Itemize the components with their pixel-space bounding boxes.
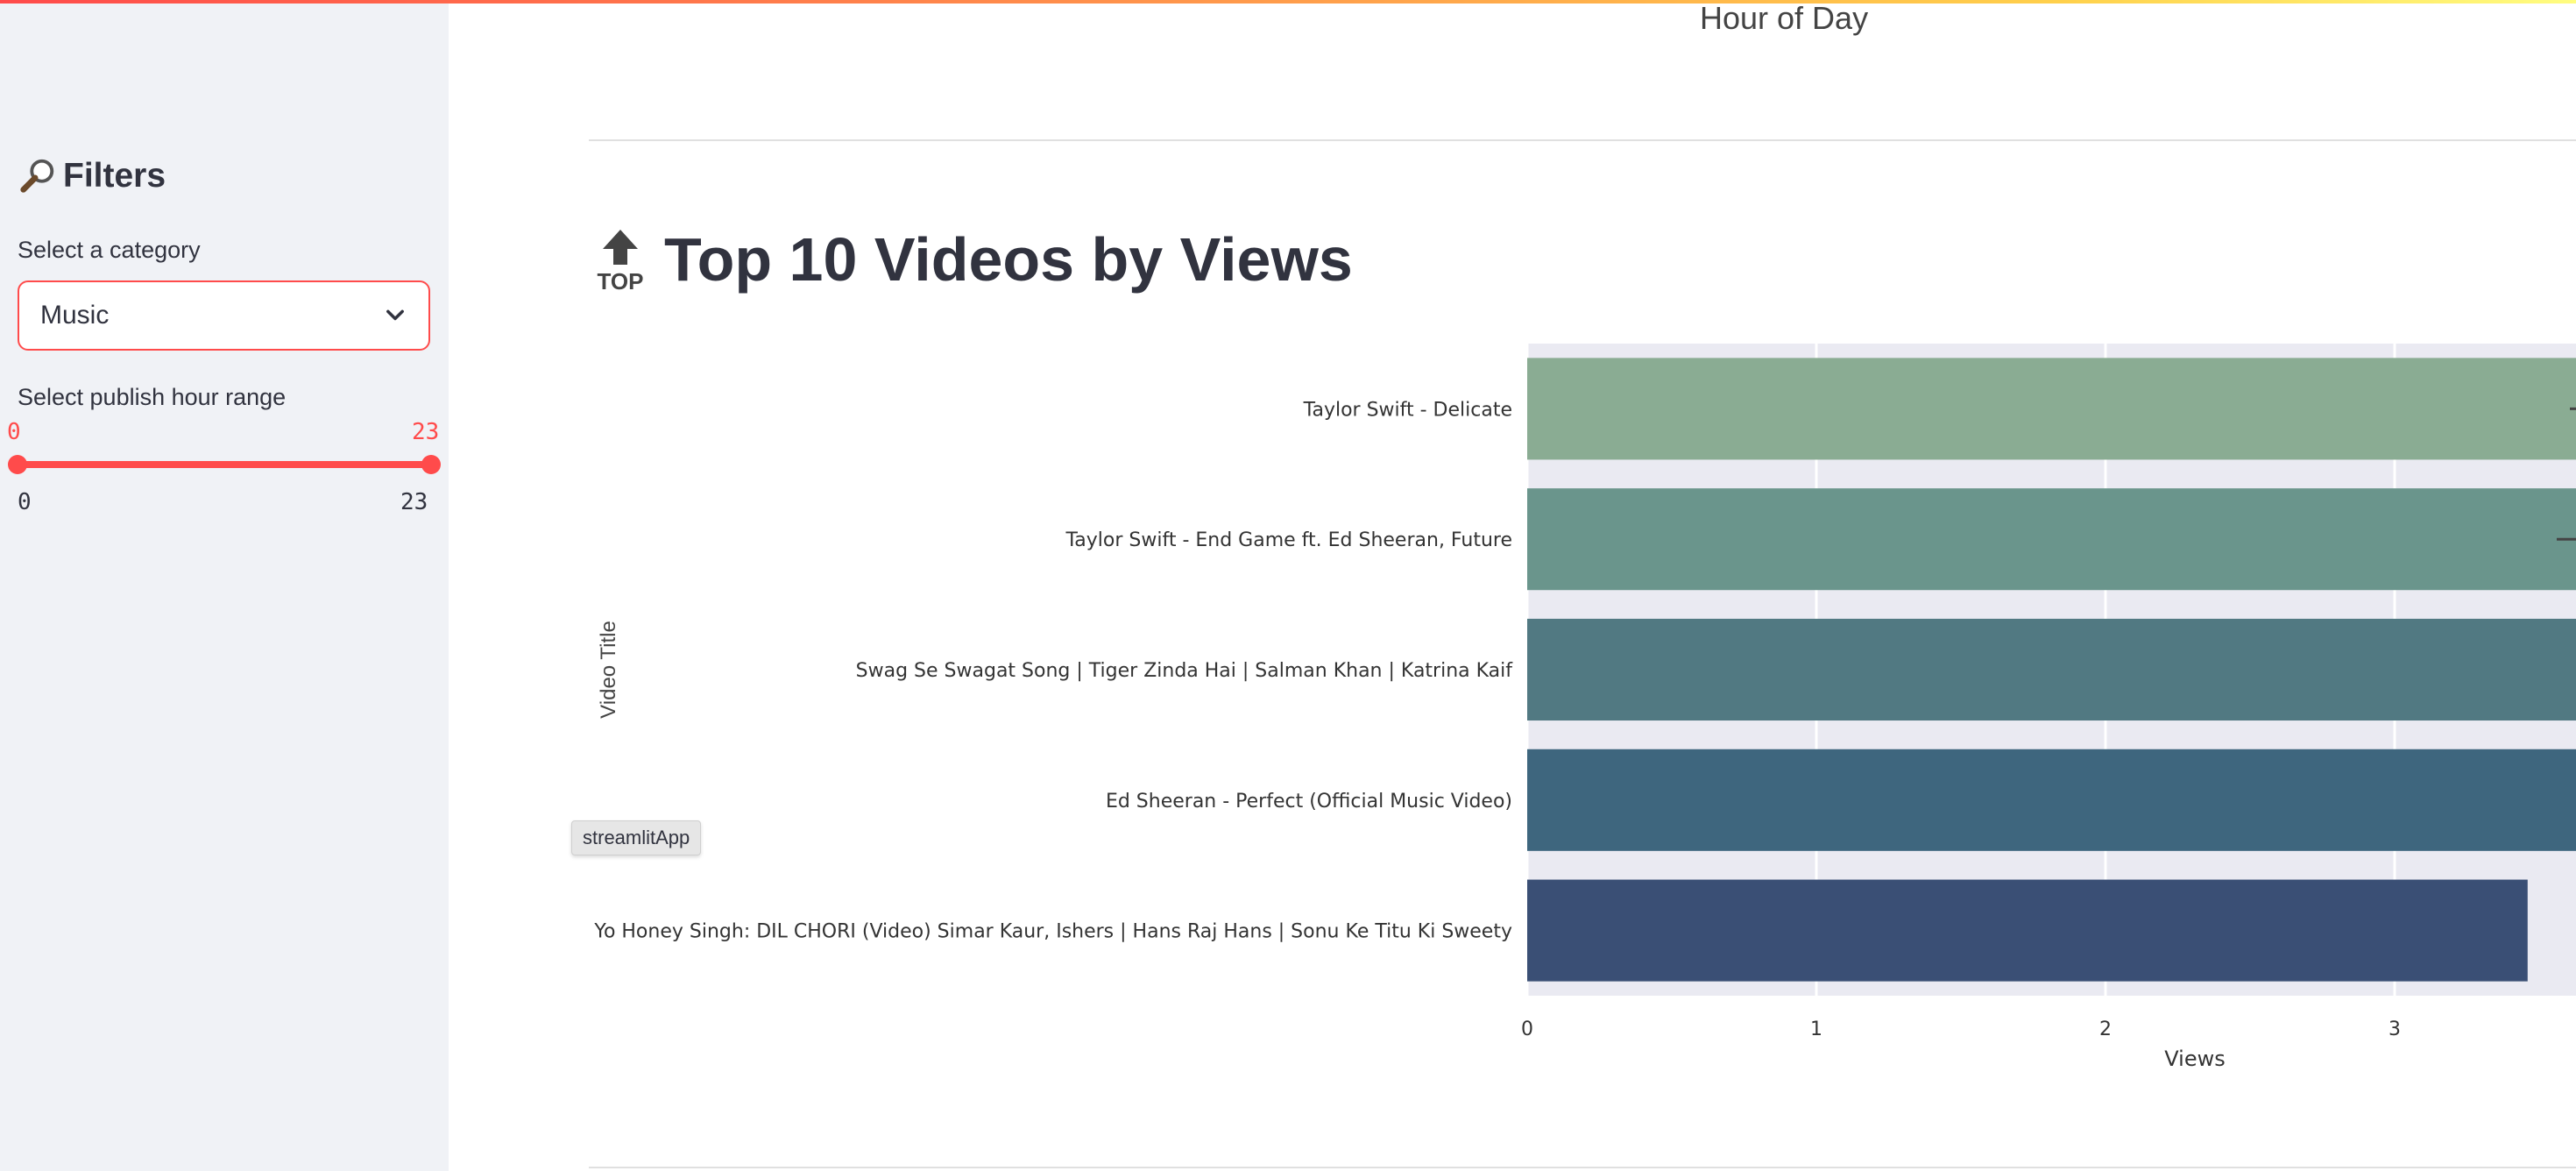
svg-text:TOP: TOP [598, 268, 644, 293]
hour-range-label: Select publish hour range [18, 384, 287, 410]
category-label: Ed Sheeran - Perfect (Official Music Vid… [1106, 791, 1512, 813]
tooltip: streamlitApp [571, 820, 702, 855]
slider-high-thumb[interactable] [421, 455, 441, 474]
slider-low-value: 0 [7, 419, 21, 445]
category-label: Select a category [18, 237, 201, 263]
category-select-value: Music [40, 301, 110, 330]
slider-high-value: 23 [412, 419, 440, 445]
category-label: Yo Yo Honey Singh: DIL CHORI (Video) Sim… [589, 921, 1512, 943]
slider-max-label: 23 [400, 489, 428, 515]
bar [1527, 749, 2576, 851]
section-title: TOP Top 10 Videos by Views [596, 224, 1353, 295]
x-tick-label: 0 [1521, 1018, 1533, 1040]
chart-svg: Taylor Swift - Delicate Taylor Swift - En… [589, 344, 2576, 1071]
chevron-down-icon [386, 309, 404, 321]
category-label: Swag Se Swagat Song | Tiger Zinda Hai | … [856, 660, 1514, 682]
x-axis-label: Views [2164, 1047, 2225, 1071]
top-videos-chart: Taylor Swift - Delicate Taylor Swift - En… [589, 333, 2576, 1087]
bar [1527, 358, 2576, 460]
section-title-text: Top 10 Videos by Views [664, 225, 1353, 294]
divider [589, 139, 2576, 141]
app-header-decoration [0, 0, 2576, 4]
magnifier-icon [20, 159, 54, 193]
bar [1527, 618, 2576, 721]
x-tick-label: 1 [1810, 1018, 1822, 1040]
slider-min-label: 0 [18, 489, 32, 515]
x-tick-label: 3 [2388, 1018, 2401, 1040]
x-tick-label: 2 [2099, 1018, 2112, 1040]
sidebar-title: Filters [18, 156, 166, 196]
category-label: Taylor Swift - Delicate [1303, 399, 1512, 421]
bar [1527, 488, 2576, 591]
sidebar-title-text: Filters [63, 157, 166, 195]
sidebar: Filters Select a category Music Select p… [0, 0, 449, 1171]
top-arrow-icon: TOP [598, 230, 644, 293]
divider-bottom [589, 1167, 2576, 1168]
slider-low-thumb[interactable] [8, 455, 27, 474]
category-select[interactable]: Music [18, 280, 430, 351]
bar [1527, 879, 2528, 982]
previous-chart-xlabel: Hour of Day [1700, 0, 1869, 36]
category-label: Taylor Swift - End Game ft. Ed Sheeran, … [1065, 529, 1512, 551]
hour-range-slider-track[interactable] [18, 461, 430, 468]
y-axis-label: Video Title [597, 621, 620, 719]
